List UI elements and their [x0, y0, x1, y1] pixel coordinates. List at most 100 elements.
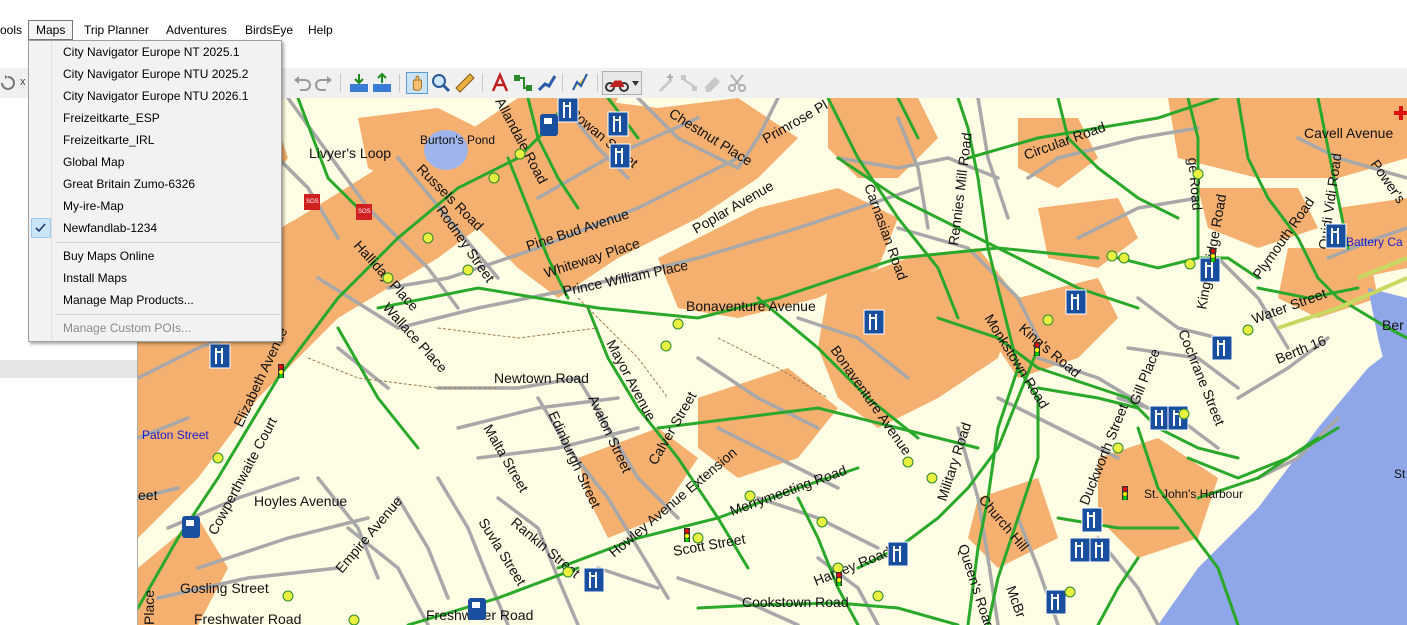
menu-separator — [55, 314, 279, 315]
manage-map-products-item[interactable]: Manage Map Products... — [29, 289, 281, 311]
menu-item-label: Manage Custom POIs... — [63, 321, 192, 335]
restaurant-icon[interactable] — [607, 111, 629, 137]
fuel-station-icon[interactable] — [540, 114, 558, 136]
map-item-great-britain-zumo[interactable]: Great Britain Zumo-6326 — [29, 173, 281, 195]
toolbar-partial-label: x — [20, 76, 26, 88]
label-place-left: Place — [141, 590, 157, 625]
menu-item-label: Freizeitkarte_IRL — [63, 133, 155, 147]
label-livyers-loop: Livyer's Loop — [309, 145, 391, 161]
menu-item-label: Global Map — [63, 155, 125, 169]
activity-profile-dropdown[interactable] — [602, 71, 642, 95]
toolbar-separator — [562, 74, 563, 92]
checkmark-icon — [35, 223, 46, 233]
label-bonaventure-avenue: Bonaventure Avenue — [686, 298, 816, 314]
menu-help[interactable]: Help — [301, 21, 340, 39]
edit-points-icon[interactable] — [678, 72, 700, 94]
restaurant-icon[interactable] — [863, 309, 885, 335]
fuel-station-icon[interactable] — [468, 598, 486, 620]
basecamp-launch-icon[interactable] — [569, 72, 591, 94]
menu-item-label: Freizeitkarte_ESP — [63, 111, 160, 125]
restaurant-icon[interactable] — [1069, 537, 1091, 563]
restaurant-icon[interactable] — [557, 98, 579, 123]
send-to-device-icon[interactable] — [371, 72, 393, 94]
traffic-light-icon[interactable] — [278, 364, 284, 378]
map-item-freizeitkarte-esp[interactable]: Freizeitkarte_ESP — [29, 107, 281, 129]
menu-tools[interactable]: ools — [0, 21, 29, 39]
menu-adventures[interactable]: Adventures — [159, 21, 234, 39]
traffic-light-icon[interactable] — [1034, 342, 1040, 356]
label-cookstown-road: Cookstown Road — [742, 594, 849, 610]
menu-maps[interactable]: Maps — [28, 20, 74, 40]
toolbar-separator — [482, 74, 483, 92]
map-item-city-navigator-ntu-2026-1[interactable]: City Navigator Europe NTU 2026.1 — [29, 85, 281, 107]
label-freshwater-road: Freshwater Road — [194, 611, 301, 625]
menu-item-label: City Navigator Europe NT 2025.1 — [63, 45, 240, 59]
map-canvas[interactable]: Livyer's Loop Burton's Pond Russels Road… — [138, 98, 1407, 625]
map-item-my-ire-map[interactable]: My-ire-Map — [29, 195, 281, 217]
motorcycle-icon — [605, 80, 629, 92]
manage-custom-pois-item: Manage Custom POIs... — [29, 317, 281, 339]
chevron-down-icon — [632, 81, 639, 86]
menu-item-label: City Navigator Europe NTU 2026.1 — [63, 89, 249, 103]
text-tool-icon[interactable] — [489, 72, 511, 94]
eraser-icon[interactable] — [702, 72, 724, 94]
label-ber-right: Ber — [1382, 317, 1404, 333]
restaurant-icon[interactable] — [1325, 223, 1347, 249]
sos-icon[interactable]: SOS — [304, 194, 320, 210]
track-tool-icon[interactable] — [535, 72, 557, 94]
traffic-light-icon[interactable] — [836, 572, 842, 586]
route-tool-icon[interactable] — [512, 72, 534, 94]
svg-text:SOS: SOS — [358, 209, 371, 215]
measure-tool-icon[interactable] — [454, 72, 476, 94]
menu-separator — [55, 242, 279, 243]
restaurant-icon[interactable] — [209, 343, 231, 369]
maps-dropdown-menu: City Navigator Europe NT 2025.1 City Nav… — [28, 40, 282, 342]
sos-icon[interactable]: SOS — [356, 204, 372, 220]
menu-item-label: City Navigator Europe NTU 2025.2 — [63, 67, 249, 81]
label-st-johns-harbour: St. John's Harbour — [1144, 487, 1243, 501]
restaurant-icon[interactable] — [1089, 537, 1111, 563]
traffic-light-icon[interactable] — [1122, 486, 1128, 500]
svg-text:SOS: SOS — [306, 199, 319, 205]
menu-birdseye[interactable]: BirdsEye — [238, 21, 300, 39]
zoom-tool-icon[interactable] — [430, 72, 452, 94]
menu-item-label: Install Maps — [63, 271, 128, 285]
menu-check-highlight — [31, 218, 51, 238]
restaurant-icon[interactable] — [1081, 507, 1103, 533]
install-maps-item[interactable]: Install Maps — [29, 267, 281, 289]
restaurant-icon[interactable] — [887, 541, 909, 567]
label-newtown-road: Newtown Road — [494, 370, 589, 386]
toolbar-separator — [340, 74, 341, 92]
panel-divider — [0, 360, 137, 378]
label-eet-left: eet — [138, 487, 158, 503]
rotate-icon[interactable] — [0, 72, 18, 94]
menu-trip-planner[interactable]: Trip Planner — [77, 21, 156, 39]
restaurant-icon[interactable] — [1211, 335, 1233, 361]
map-view[interactable]: Livyer's Loop Burton's Pond Russels Road… — [138, 98, 1407, 625]
traffic-light-icon[interactable] — [684, 528, 690, 542]
map-item-global-map[interactable]: Global Map — [29, 151, 281, 173]
buy-maps-online-item[interactable]: Buy Maps Online — [29, 245, 281, 267]
label-cavell-avenue: Cavell Avenue — [1304, 125, 1393, 141]
restaurant-icon[interactable] — [1149, 405, 1171, 431]
restaurant-icon[interactable] — [1065, 289, 1087, 315]
label-paton-street: Paton Street — [142, 428, 209, 442]
map-item-city-navigator-ntu-2025-2[interactable]: City Navigator Europe NTU 2025.2 — [29, 63, 281, 85]
restaurant-icon[interactable] — [609, 143, 631, 169]
map-item-freizeitkarte-irl[interactable]: Freizeitkarte_IRL — [29, 129, 281, 151]
redo-icon[interactable] — [313, 72, 335, 94]
scissors-icon[interactable] — [726, 72, 748, 94]
menu-item-label: Great Britain Zumo-6326 — [63, 177, 196, 191]
receive-from-device-icon[interactable] — [348, 72, 370, 94]
title-bar — [0, 0, 1407, 18]
undo-icon[interactable] — [291, 72, 313, 94]
map-item-city-navigator-nt-2025-1[interactable]: City Navigator Europe NT 2025.1 — [29, 41, 281, 63]
label-battery-ca: Battery Ca — [1346, 235, 1403, 249]
traffic-light-icon[interactable] — [1210, 248, 1216, 262]
restaurant-icon[interactable] — [583, 567, 605, 593]
fuel-station-icon[interactable] — [182, 516, 200, 538]
hand-tool-icon[interactable] — [406, 72, 428, 94]
restaurant-icon[interactable] — [1045, 589, 1067, 615]
insert-point-icon[interactable] — [655, 72, 677, 94]
map-item-newfandlab[interactable]: Newfandlab-1234 — [29, 217, 281, 239]
